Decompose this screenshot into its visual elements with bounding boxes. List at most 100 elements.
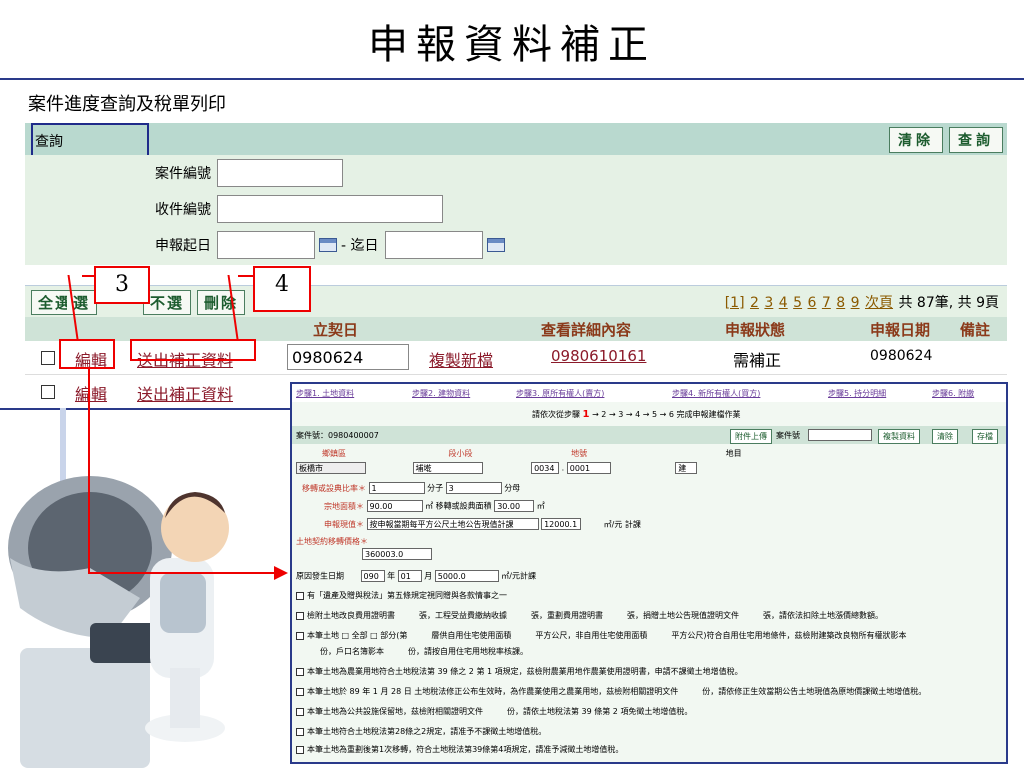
- highlight-edit-link: [59, 339, 115, 369]
- contract-date-value: 0980624: [287, 344, 409, 370]
- highlight-submit-link: [130, 339, 256, 361]
- detail-link[interactable]: 0980610161: [551, 347, 646, 365]
- page-link[interactable]: 6: [808, 295, 817, 311]
- case-bar: 案件號：0980400007 附件上傳 案件號 複製資料 清除 存檔: [292, 426, 1006, 444]
- area-transfer-field[interactable]: 30.00: [494, 500, 535, 512]
- table-header: 立契日 查看詳細內容 申報狀態 申報日期 備註: [25, 317, 1007, 341]
- option-checkbox[interactable]: [296, 667, 304, 676]
- contract-price-label: 土地契約移轉價格＊: [296, 537, 368, 546]
- step-tab[interactable]: 步驟5. 持分明細: [828, 388, 886, 399]
- area-sq-unit: ㎡: [536, 501, 545, 511]
- option-text: 本筆土地 □ 全部 □ 部分(第 層供自用住宅使用面積 平方公尺，非自用住宅使用…: [307, 631, 907, 640]
- attach-upload-button[interactable]: 附件上傳: [730, 429, 772, 444]
- row-checkbox[interactable]: [41, 385, 55, 399]
- form-clear-button[interactable]: 清除: [932, 429, 958, 444]
- page-link[interactable]: 4: [779, 295, 788, 311]
- status-value: 需補正: [733, 351, 782, 370]
- option-text: 有「遺產及贈與稅法」第五條規定視同贈與各款情事之一: [307, 591, 507, 600]
- row-checkbox[interactable]: [41, 351, 55, 365]
- clear-button[interactable]: 清除: [889, 127, 943, 153]
- list-toolbar: 全選 選 不選 刪除 [1] 2 3 4 5 6 7 8 9 次頁 共 87筆,…: [25, 285, 1007, 317]
- step-tab[interactable]: 步驟3. 原所有權人(賣方): [516, 388, 604, 399]
- page-link[interactable]: [1]: [725, 295, 745, 311]
- col-contract-date: 立契日: [313, 321, 359, 339]
- option-text: 本筆土地為重劃後第1次移轉，符合土地稅法第39條第4項規定，請准予減徵土地增值稅…: [307, 745, 624, 754]
- ratio-denominator[interactable]: 3: [445, 482, 502, 494]
- origin-year-field[interactable]: 090: [360, 570, 385, 582]
- receipt-no-label: 收件編號: [155, 202, 211, 218]
- copy-data-button[interactable]: 複製資料: [878, 429, 920, 444]
- search-button[interactable]: 查詢: [949, 127, 1003, 153]
- option-text: 檢附土地改良費用證明書 張，工程受益費繳納收據 張，重劃費用證明書 張，捐贈土地…: [307, 611, 883, 620]
- origin-month-field[interactable]: 01: [397, 570, 422, 582]
- step-tab[interactable]: 步驟2. 建物資料: [412, 388, 470, 399]
- area-label: 宗地面積＊: [324, 501, 364, 511]
- ratio-label: 移轉或設典比率＊: [302, 483, 366, 493]
- area-unit: ㎡ 移轉或設典面積: [425, 501, 492, 511]
- arrow-to-form: [88, 572, 278, 574]
- callout-3-leader: [82, 275, 94, 277]
- col-note: 備註: [960, 321, 991, 339]
- slide-title: 申報資料補正: [0, 0, 1024, 80]
- ratio-unit: 分母: [504, 483, 521, 493]
- edit-link[interactable]: 編輯: [75, 381, 107, 405]
- pager: [1] 2 3 4 5 6 7 8 9 次頁 共 87筆, 共 9頁: [725, 292, 999, 312]
- col-section: 段小段: [448, 449, 473, 458]
- col-lot: 地號: [571, 449, 588, 458]
- area-field[interactable]: 90.00: [366, 500, 423, 512]
- copy-new-link[interactable]: 複製新檔: [429, 347, 493, 371]
- origin-unit: ㎡/元計課: [501, 571, 536, 581]
- step-tab[interactable]: 步驟6. 附繳: [932, 388, 974, 399]
- unselect-button[interactable]: 不選: [143, 290, 192, 315]
- lot-main-field[interactable]: 0034: [531, 462, 560, 474]
- page-link[interactable]: 8: [836, 295, 845, 311]
- query-label: 查詢: [31, 123, 149, 157]
- page-link[interactable]: 2: [750, 295, 759, 311]
- case-no-input[interactable]: [217, 159, 343, 187]
- declared-value-unit: ㎡/元 計課: [603, 519, 641, 529]
- col-report-date: 申報日期: [870, 321, 931, 339]
- declared-value-select[interactable]: 按申報當期每平方公尺土地公告現值計課: [366, 518, 539, 530]
- month-label: 月: [424, 571, 433, 581]
- hint-prefix: 請依次從步驟: [532, 410, 580, 419]
- declared-value-amount[interactable]: 12000.1: [541, 518, 582, 530]
- calendar-icon[interactable]: [319, 238, 337, 252]
- landuse-select[interactable]: 建: [675, 462, 698, 474]
- step-tab[interactable]: 步驟1. 土地資料: [296, 388, 354, 399]
- option-checkbox[interactable]: [296, 745, 304, 754]
- year-label: 年: [387, 571, 396, 581]
- contract-price-field[interactable]: 360003.0: [362, 548, 432, 560]
- option-checkbox[interactable]: [296, 687, 304, 696]
- page-link[interactable]: 3: [764, 295, 773, 311]
- col-town: 鄉鎮區: [322, 449, 346, 458]
- lot-sub-field[interactable]: 0001: [566, 462, 611, 474]
- option-checkbox[interactable]: [296, 591, 304, 600]
- submit-correction-link[interactable]: 送出補正資料: [137, 381, 233, 405]
- step-tab[interactable]: 步驟4. 新所有權人(買方): [672, 388, 760, 399]
- case-no-field[interactable]: [808, 429, 872, 441]
- option-checkbox[interactable]: [296, 727, 304, 736]
- option-text: 本筆土地符合土地稅法第28條之2規定，請准予不課徵土地增值稅。: [307, 727, 547, 736]
- calendar-icon[interactable]: [486, 238, 505, 252]
- page-link[interactable]: 7: [822, 295, 831, 311]
- option-checkbox[interactable]: [296, 631, 304, 640]
- origin-price-field[interactable]: 5000.0: [434, 570, 499, 582]
- form-save-button[interactable]: 存檔: [972, 429, 998, 444]
- next-page-link[interactable]: 次頁: [865, 295, 893, 311]
- option-text: 本筆土地於 89 年 1 月 28 日 土地稅法修正公布生效時，為作農業使用之農…: [307, 687, 927, 696]
- ratio-numerator[interactable]: 1: [368, 482, 425, 494]
- date-to-input[interactable]: [384, 231, 483, 259]
- case-no-label: 案件編號: [155, 166, 211, 182]
- page-link[interactable]: 5: [793, 295, 802, 311]
- page-link[interactable]: 9: [851, 295, 860, 311]
- option-checkbox[interactable]: [296, 611, 304, 620]
- option-checkbox[interactable]: [296, 707, 304, 716]
- section-select[interactable]: 埔墘: [412, 462, 483, 474]
- delete-button[interactable]: 刪除: [197, 290, 246, 315]
- date-from-input[interactable]: [217, 231, 315, 259]
- date-from-label: 申報起日: [155, 238, 211, 254]
- hint-suffix: → 2 → 3 → 4 → 5 → 6 完成申報建檔作業: [592, 410, 741, 419]
- origin-date-label: 原因發生日期: [296, 571, 344, 581]
- receipt-no-input[interactable]: [217, 195, 443, 223]
- step-hint: 請依次從步驟 1 → 2 → 3 → 4 → 5 → 6 完成申報建檔作業: [532, 409, 740, 420]
